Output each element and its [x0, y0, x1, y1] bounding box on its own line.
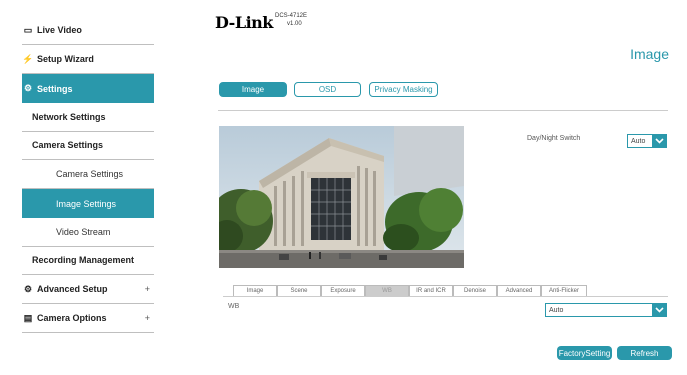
wb-value: Auto: [549, 306, 564, 314]
subtab-image[interactable]: Image: [233, 285, 277, 296]
subtab-anti-flicker[interactable]: Anti-Flicker: [541, 285, 587, 296]
chevron-down-icon: [652, 135, 666, 147]
sidebar-item-camera-settings-sub[interactable]: Camera Settings: [22, 160, 154, 189]
subtab-advanced[interactable]: Advanced: [497, 285, 541, 296]
subtab-wb[interactable]: WB: [365, 285, 409, 296]
document-icon: ▤: [23, 312, 33, 323]
sidebar-item-label: Camera Settings: [32, 140, 104, 150]
page-title: Image: [630, 46, 669, 62]
sidebar-item-label: Image Settings: [56, 198, 117, 209]
tab-osd[interactable]: OSD: [294, 82, 361, 97]
image-settings-subtabs: Image Scene Exposure WB IR and ICR Denoi…: [233, 285, 587, 296]
subtab-denoise[interactable]: Denoise: [453, 285, 497, 296]
subtab-exposure[interactable]: Exposure: [321, 285, 365, 296]
expand-icon[interactable]: +: [145, 313, 150, 323]
chevron-down-icon: [652, 304, 666, 316]
firmware-version: v1.00: [287, 21, 302, 27]
video-preview: [219, 126, 464, 268]
sidebar-item-camera-options[interactable]: ▤ Camera Options +: [22, 304, 154, 333]
sidebar-item-live-video[interactable]: ▭ Live Video: [22, 16, 154, 45]
sidebar-item-label: Camera Settings: [56, 169, 124, 179]
model-info: DCS-4712E v1.00: [275, 12, 307, 28]
sidebar-item-setup-wizard[interactable]: ⚡ Setup Wizard: [22, 45, 154, 74]
expand-icon[interactable]: +: [145, 284, 150, 294]
advanced-gear-icon: ⚙: [23, 283, 33, 294]
factory-setting-button[interactable]: FactorySetting: [557, 346, 612, 360]
sidebar-item-label: Advanced Setup: [37, 284, 108, 294]
subtab-scene[interactable]: Scene: [277, 285, 321, 296]
sidebar: ▭ Live Video ⚡ Setup Wizard ⚙ Settings N…: [0, 0, 175, 375]
sidebar-item-image-settings[interactable]: Image Settings: [22, 189, 154, 218]
sidebar-item-advanced-setup[interactable]: ⚙ Advanced Setup +: [22, 275, 154, 304]
sidebar-item-label: Camera Options: [37, 313, 107, 323]
sidebar-item-label: Setup Wizard: [37, 54, 94, 64]
video-frame: [219, 126, 464, 268]
sidebar-item-label: Settings: [37, 83, 73, 94]
sidebar-item-network-settings[interactable]: Network Settings: [22, 103, 154, 132]
tab-image[interactable]: Image: [219, 82, 287, 97]
sidebar-item-label: Recording Management: [32, 255, 135, 265]
gear-icon: ⚙: [23, 83, 33, 93]
wb-select[interactable]: Auto: [545, 303, 667, 317]
sidebar-item-video-stream[interactable]: Video Stream: [22, 218, 154, 247]
video-icon: ▭: [23, 24, 33, 35]
sidebar-item-label: Video Stream: [56, 227, 111, 237]
sidebar-item-label: Live Video: [37, 25, 82, 35]
day-night-select[interactable]: Auto: [627, 134, 667, 148]
day-night-label: Day/Night Switch: [527, 135, 581, 142]
refresh-button[interactable]: Refresh: [617, 346, 672, 360]
divider: [218, 110, 668, 111]
tab-privacy-masking[interactable]: Privacy Masking: [369, 82, 438, 97]
sidebar-item-label: Network Settings: [32, 112, 106, 122]
subtab-ir-and-icr[interactable]: IR and ICR: [409, 285, 453, 296]
wand-icon: ⚡: [22, 53, 34, 64]
sidebar-item-camera-settings[interactable]: Camera Settings: [22, 131, 154, 160]
sidebar-item-recording-management[interactable]: Recording Management: [22, 246, 154, 275]
day-night-value: Auto: [631, 137, 646, 145]
model-name: DCS-4712E: [275, 13, 308, 19]
sidebar-item-settings[interactable]: ⚙ Settings: [22, 74, 154, 103]
subtab-divider: [223, 296, 668, 297]
wb-label: WB: [228, 303, 240, 310]
brand-logo: D-Link: [215, 13, 273, 32]
